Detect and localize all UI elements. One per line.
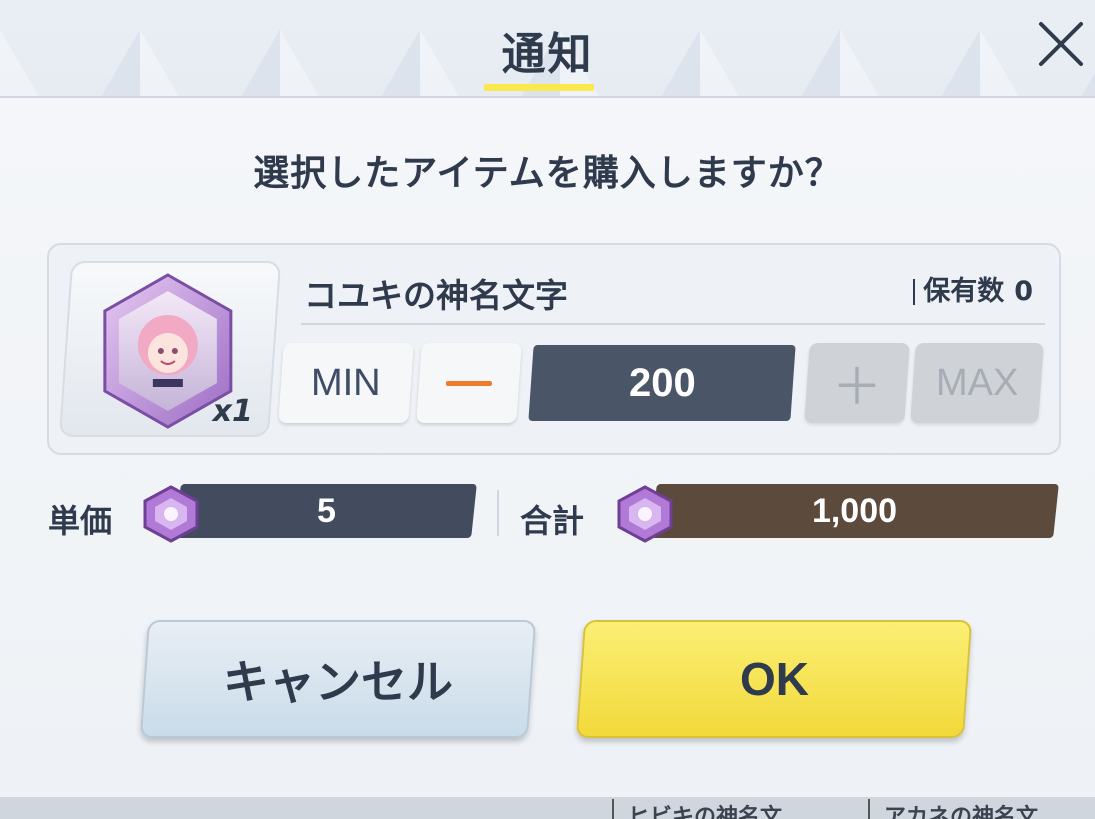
close-button[interactable] [1035, 18, 1087, 70]
increment-button[interactable]: ＋ [804, 343, 910, 423]
dialog-title: 通知 [501, 29, 594, 80]
cancel-button-label: キャンセル [223, 655, 453, 709]
background-item-strip: ヒビキの神名文 アカネの神名文 [0, 797, 1095, 819]
unit-price-value: 5 [316, 491, 336, 530]
owned-count: 保有数 0 [913, 276, 1033, 307]
close-icon [1039, 22, 1083, 66]
plus-icon: ＋ [832, 359, 882, 415]
max-button[interactable]: MAX [910, 343, 1044, 423]
ok-button-label: OK [739, 653, 809, 705]
item-quantity-badge: x1 [212, 394, 253, 429]
confirm-question: 選択したアイテムを購入しますか？ [253, 153, 842, 194]
unit-price-bar: 5 [175, 484, 477, 538]
total-price-label: 合計 [520, 502, 585, 540]
quantity-display[interactable]: 200 [528, 345, 796, 421]
dialog-panel: 選択したアイテムを購入しますか？ x1 コユキの神名文字 保有数 0 MIN 2… [0, 96, 1095, 797]
background-item-label: アカネの神名文 [868, 799, 1052, 819]
max-button-label: MAX [935, 361, 1019, 404]
minus-icon [446, 380, 492, 386]
unit-price-label: 単価 [48, 502, 113, 540]
total-price-bar: 1,000 [651, 484, 1059, 538]
decrement-button[interactable] [416, 343, 522, 423]
item-name: コユキの神名文字 [304, 276, 568, 315]
title-underline [484, 84, 594, 91]
min-button-label: MIN [311, 361, 381, 404]
item-card: x1 コユキの神名文字 保有数 0 MIN 200 ＋ MAX [47, 243, 1061, 455]
total-price-value: 1,000 [812, 491, 898, 530]
owned-label: 保有数 [923, 276, 1005, 307]
quantity-value: 200 [628, 360, 696, 405]
item-thumbnail: x1 [58, 261, 282, 437]
purple-gem-icon [143, 485, 199, 543]
cancel-button[interactable]: キャンセル [139, 620, 537, 738]
owned-value: 0 [1014, 276, 1033, 307]
background-item-label: ヒビキの神名文 [612, 799, 796, 819]
ok-button[interactable]: OK [575, 620, 973, 738]
price-divider [497, 490, 499, 536]
dialog-header: 通知 [0, 0, 1095, 96]
purple-gem-icon [617, 485, 673, 543]
card-divider [301, 323, 1045, 325]
min-button[interactable]: MIN [278, 343, 414, 423]
